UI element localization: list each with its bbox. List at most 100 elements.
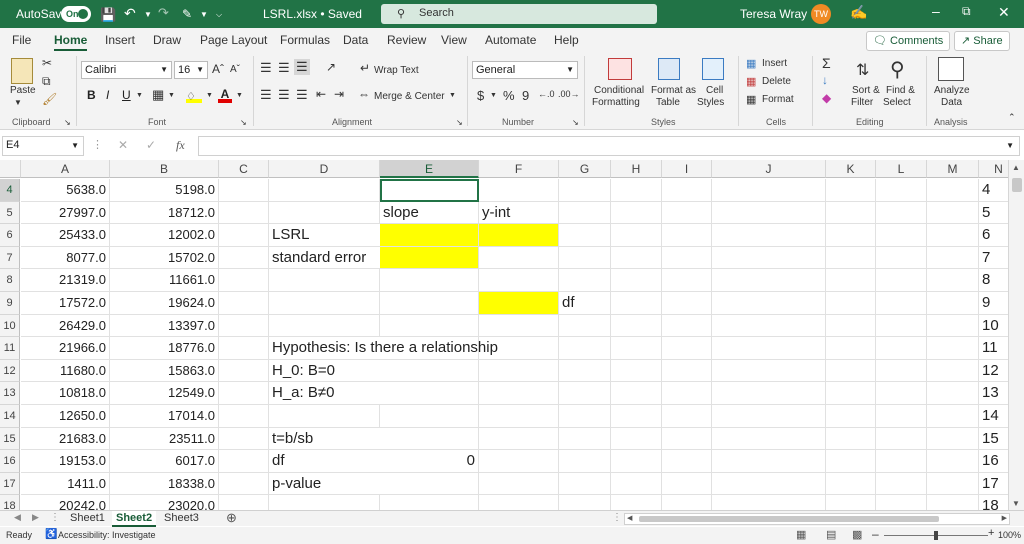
cell-m6[interactable] [927, 224, 979, 247]
row-header[interactable]: 16 [0, 450, 20, 473]
cell-g18[interactable] [559, 495, 611, 510]
cell-e13[interactable] [380, 382, 479, 405]
cell-d4[interactable] [269, 179, 380, 202]
row-header[interactable]: 9 [0, 292, 20, 315]
fill-color-icon[interactable]: ♢ [186, 89, 202, 103]
column-header-k[interactable]: K [826, 160, 876, 178]
cell-l11[interactable] [876, 337, 927, 360]
tab-home[interactable]: Home [54, 33, 88, 51]
wrap-text-label[interactable]: Wrap Text [374, 65, 419, 76]
cell-f7[interactable] [479, 246, 559, 270]
cell-m4[interactable] [927, 179, 979, 202]
cell-d5[interactable] [269, 201, 380, 225]
tab-page-layout[interactable]: Page Layout [200, 33, 267, 47]
paste-icon[interactable] [11, 58, 33, 84]
cell-b6[interactable]: 12002.0 [110, 224, 219, 247]
row-header[interactable]: 6 [0, 224, 20, 247]
cell-i14[interactable] [662, 405, 712, 428]
cell-a17[interactable]: 1411.0 [21, 472, 110, 496]
font-name-select[interactable]: Calibri ▼ [81, 61, 172, 79]
cell-l12[interactable] [876, 359, 927, 383]
cell-b11[interactable]: 18776.0 [110, 337, 219, 360]
cell-c12[interactable] [219, 359, 269, 383]
cell-m7[interactable] [927, 246, 979, 270]
cancel-icon[interactable]: ✕ [118, 138, 128, 152]
cell-c11[interactable] [219, 337, 269, 360]
cell-l9[interactable] [876, 292, 927, 315]
cell-f13[interactable] [479, 382, 559, 405]
tab-automate[interactable]: Automate [485, 33, 536, 47]
tab-more-icon[interactable]: ⋮ [50, 512, 60, 523]
cell-j12[interactable] [712, 359, 826, 383]
cell-e16[interactable]: 0 [380, 450, 479, 473]
cell-j18[interactable] [712, 495, 826, 510]
cell-e4[interactable] [380, 179, 479, 202]
cell-f14[interactable] [479, 405, 559, 428]
cell-b5[interactable]: 18712.0 [110, 201, 219, 225]
cell-l10[interactable] [876, 314, 927, 338]
cell-a7[interactable]: 8077.0 [21, 246, 110, 270]
cell-j8[interactable] [712, 269, 826, 292]
cell-e6[interactable] [380, 224, 479, 247]
comments-button[interactable]: 🗨 Comments [866, 31, 951, 51]
cell-d15[interactable]: t=b/sb [269, 428, 380, 451]
row-header[interactable]: 15 [0, 427, 20, 451]
cell-l15[interactable] [876, 427, 927, 451]
cell-k18[interactable] [826, 495, 876, 510]
cell-f10[interactable] [479, 314, 559, 338]
cell-n7[interactable]: 7 [979, 247, 1008, 270]
number-format-select[interactable]: General ▼ [472, 61, 578, 79]
cell-l4[interactable] [876, 179, 927, 202]
cell-h9[interactable] [611, 292, 662, 315]
cell-m18[interactable] [927, 495, 979, 510]
cell-b17[interactable]: 18338.0 [110, 472, 219, 496]
cell-m8[interactable] [927, 269, 979, 292]
cell-n17[interactable]: 17 [979, 473, 1008, 496]
italic-icon[interactable]: I [106, 88, 109, 102]
cell-m17[interactable] [927, 472, 979, 496]
cell-m16[interactable] [927, 450, 979, 473]
cell-f16[interactable] [479, 450, 559, 473]
cell-h6[interactable] [611, 224, 662, 247]
font-color-icon[interactable]: A [218, 87, 232, 103]
format-table-label-2[interactable]: Table [656, 97, 680, 108]
scroll-up-icon[interactable]: ▲ [1012, 163, 1020, 172]
tab-formulas[interactable]: Formulas [280, 33, 330, 47]
insert-label[interactable]: Insert [762, 58, 787, 69]
close-icon[interactable]: ✕ [998, 4, 1010, 21]
cell-g12[interactable] [559, 359, 611, 383]
cell-a11[interactable]: 21966.0 [21, 337, 110, 360]
row-header[interactable]: 11 [0, 337, 20, 360]
column-header-c[interactable]: C [219, 160, 269, 178]
cell-f6[interactable] [479, 224, 559, 247]
pen-icon[interactable]: ✍ [850, 4, 867, 21]
cell-g14[interactable] [559, 405, 611, 428]
cell-n15[interactable]: 15 [979, 428, 1008, 451]
format-painter-qa-icon[interactable]: ✎ [182, 7, 192, 21]
share-button[interactable]: ↗ Share [954, 31, 1010, 51]
cell-k12[interactable] [826, 359, 876, 383]
cell-k11[interactable] [826, 337, 876, 360]
cell-h14[interactable] [611, 405, 662, 428]
cell-j9[interactable] [712, 292, 826, 315]
cell-n9[interactable]: 9 [979, 292, 1008, 315]
cell-g17[interactable] [559, 472, 611, 496]
conditional-label-2[interactable]: Formatting [592, 97, 640, 108]
cell-f9[interactable] [479, 292, 559, 315]
cell-a14[interactable]: 12650.0 [21, 405, 110, 428]
conditional-label-1[interactable]: Conditional [594, 85, 644, 96]
cell-e15[interactable] [380, 427, 479, 451]
delete-cells-icon[interactable]: ▦ [746, 75, 756, 88]
cell-h15[interactable] [611, 427, 662, 451]
analyze-label-1[interactable]: Analyze [934, 85, 970, 96]
collapse-ribbon-icon[interactable]: ⌃ [1008, 112, 1016, 123]
cell-d10[interactable] [269, 314, 380, 338]
cell-c15[interactable] [219, 427, 269, 451]
column-header-d[interactable]: D [269, 160, 380, 178]
align-bottom-icon[interactable]: ☰ [294, 59, 310, 75]
cell-f15[interactable] [479, 427, 559, 451]
accounting-icon[interactable]: $ [477, 88, 484, 103]
cell-b7[interactable]: 15702.0 [110, 246, 219, 270]
tab-data[interactable]: Data [343, 33, 368, 47]
cell-d9[interactable] [269, 292, 380, 315]
